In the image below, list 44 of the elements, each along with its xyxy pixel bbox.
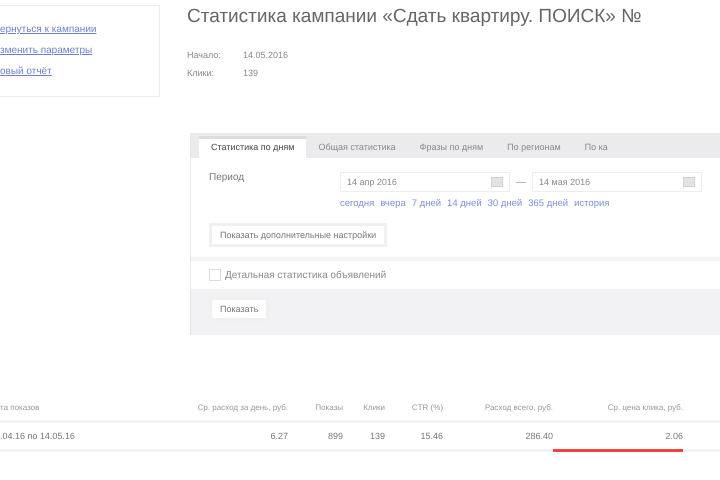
calendar-icon[interactable] (683, 177, 695, 187)
date-field[interactable]: 14 апр 2016 (340, 172, 510, 192)
table-cell-text: 6.27 (269, 431, 288, 441)
column-header: Расход всего, руб. (484, 403, 553, 412)
period-link[interactable]: сегодня (340, 198, 374, 209)
page-title: Статистика кампании «Сдать квартиру. ПОИСК» № (187, 6, 642, 28)
info-label: Клики: (187, 68, 215, 78)
period-link[interactable]: 30 дней (488, 198, 522, 209)
period-link[interactable]: 365 дней (528, 198, 568, 209)
column-header: та показов (0, 403, 40, 412)
period-label: Период (209, 172, 246, 185)
checkbox-label: Детальная статистика объявлений (225, 270, 386, 280)
tab[interactable]: Фразы по дням (408, 136, 496, 158)
table-cell-text: 899 (326, 431, 343, 441)
table-cell: 2.06 (553, 431, 683, 452)
column-header: Показы (314, 403, 343, 412)
period-link[interactable]: история (574, 198, 610, 209)
info-value: 139 (243, 68, 258, 78)
column-header: CTR (%) (410, 403, 443, 412)
sidebar-link[interactable]: ернуться к кампании (0, 24, 159, 35)
settings-button[interactable]: Показать дополнительные настройки (209, 223, 388, 247)
table-cell-text: .04.16 по 14.05.16 (0, 431, 76, 441)
column-header: Клики (362, 403, 385, 412)
table-cell-text: 286.40 (524, 431, 553, 441)
calendar-icon[interactable] (491, 177, 503, 187)
tab[interactable]: По ка (572, 136, 620, 158)
checkbox[interactable] (209, 269, 221, 281)
table-cell-text: 15.46 (419, 431, 443, 441)
show-button[interactable]: Показать (209, 297, 270, 321)
info-value: 14.05.2016 (243, 50, 288, 60)
sidebar-link[interactable]: овый отчёт (0, 66, 159, 77)
period-link[interactable]: вчера (380, 198, 406, 209)
date-separator: — (516, 176, 526, 188)
column-header: Ср. расход за день, руб. (196, 403, 288, 412)
tab[interactable]: Общая статистика (306, 136, 408, 158)
table-cell-text: 139 (368, 431, 385, 441)
tab[interactable]: Статистика по дням (199, 136, 306, 158)
sidebar-link[interactable]: зменить параметры (0, 45, 159, 56)
info-label: Начало: (187, 50, 222, 60)
column-header: Ср. цена клика, руб. (606, 403, 683, 412)
period-link[interactable]: 14 дней (447, 198, 482, 209)
tab[interactable]: По регионам (495, 136, 573, 158)
date-field[interactable]: 14 мая 2016 (532, 172, 702, 192)
period-link[interactable]: 7 дней (412, 198, 442, 209)
